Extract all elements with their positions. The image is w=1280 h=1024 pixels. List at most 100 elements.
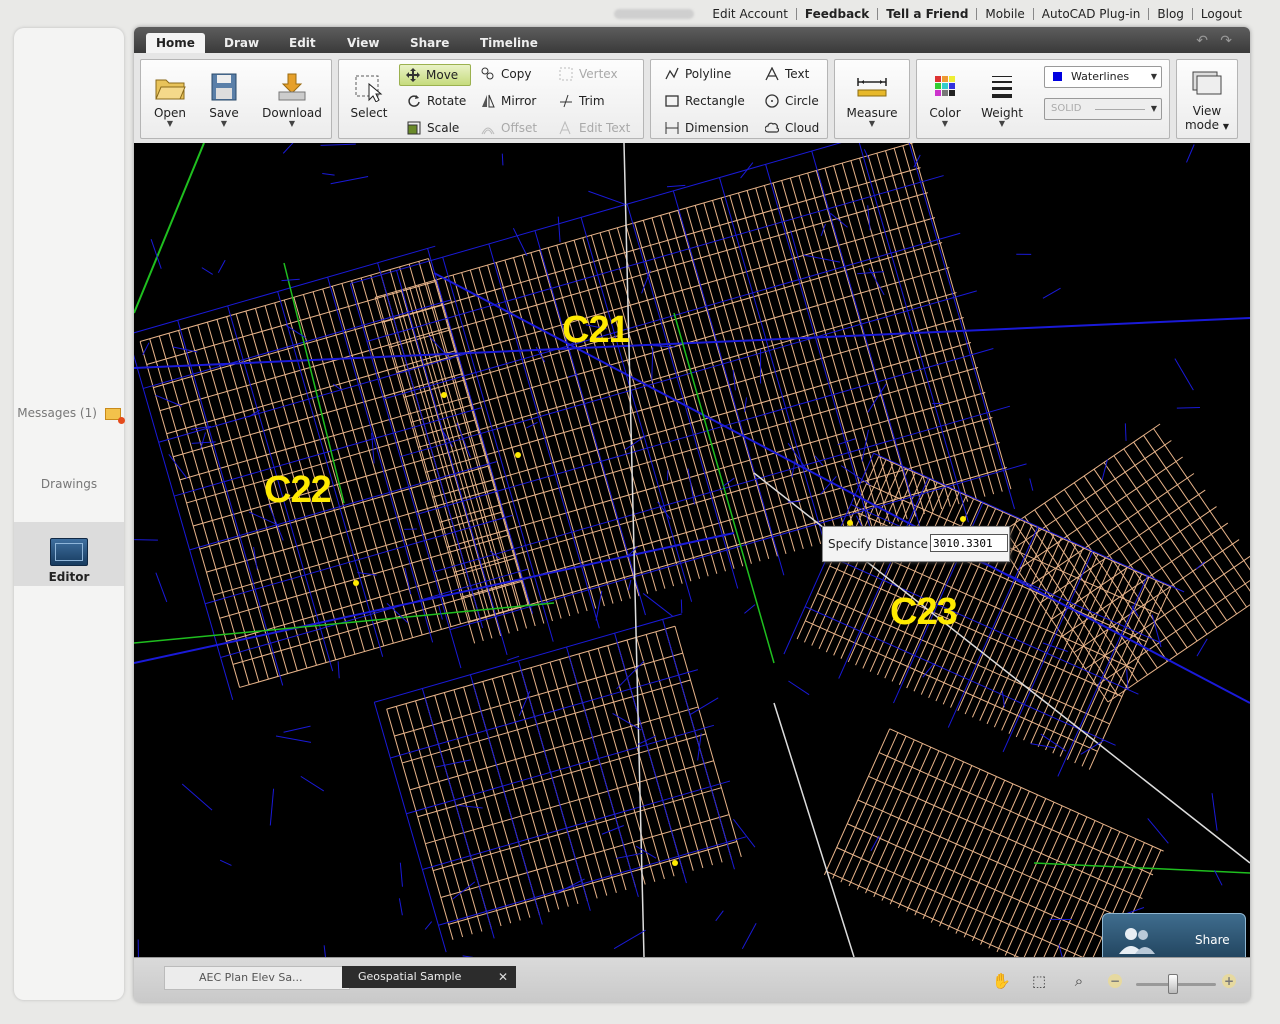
zone-label-c23: C23 [890,591,958,633]
zoom-out-icon[interactable]: − [1108,974,1122,988]
map-line [988,801,1055,949]
rectangle-button[interactable]: Rectangle [659,91,745,111]
editor-icon [50,538,88,566]
link-edit-account[interactable]: Edit Account [704,8,796,20]
map-line [350,143,842,285]
map-line [501,675,569,907]
doc-tab-aec[interactable]: AEC Plan Elev Sa... [164,966,350,990]
map-drawing[interactable] [134,143,1250,957]
tab-edit[interactable]: Edit [279,33,326,53]
map-line [461,272,562,619]
drawings-item[interactable]: Drawings [14,477,124,491]
move-button[interactable]: Move [399,64,471,86]
dimension-button[interactable]: Dimension [659,118,749,138]
distance-label: Specify Distance [828,537,928,551]
share-button[interactable]: Share [1102,913,1246,957]
undo-icon[interactable]: ↶ [1196,33,1208,49]
color-button[interactable]: Color ▼ [921,60,969,138]
offset-button[interactable]: Offset [475,118,537,138]
map-line [200,432,207,449]
link-blog[interactable]: Blog [1148,8,1192,20]
zoom-in-magnifier-icon[interactable]: ⌕ [1070,972,1088,990]
envelope-icon [104,407,125,424]
map-line [539,249,640,597]
map-line [150,239,162,269]
copy-button[interactable]: Copy [475,64,531,84]
modify-group: Select Move Rotate Scale Copy Mirror Off… [338,59,644,139]
map-line [134,602,555,644]
map-line [677,210,778,557]
tab-timeline[interactable]: Timeline [470,33,548,53]
text-button[interactable]: Text [759,64,809,84]
scale-button[interactable]: Scale [401,118,459,138]
map-line [885,150,986,497]
map-line [404,567,412,595]
doc-tab-geospatial[interactable]: Geospatial Sample ✕ [342,966,516,988]
view-mode-button[interactable]: View mode ▼ [1179,60,1235,138]
map-point [672,860,678,866]
map-line [134,143,205,314]
map-line [856,743,923,890]
trim-button[interactable]: Trim [553,91,605,111]
cloud-button[interactable]: Cloud [759,118,819,138]
layer-dropdown[interactable]: Waterlines ▼ [1044,66,1162,88]
link-feedback[interactable]: Feedback [795,8,877,20]
color-label: Color [929,106,961,120]
map-line [281,278,300,282]
distance-input[interactable] [930,534,1008,552]
map-line [1143,435,1250,592]
polyline-label: Polyline [685,67,732,81]
move-label: Move [426,68,459,82]
edit-text-button[interactable]: Edit Text [553,118,630,138]
link-logout[interactable]: Logout [1191,8,1250,20]
close-icon[interactable]: ✕ [498,966,508,988]
map-line [971,794,1039,942]
tab-view[interactable]: View [337,33,389,53]
drawing-canvas[interactable]: C21 C22 C23 Specify Distance Share [134,143,1250,957]
link-mobile[interactable]: Mobile [976,8,1032,20]
map-line [628,579,632,591]
tab-share[interactable]: Share [400,33,459,53]
download-button[interactable]: Download ▼ [259,60,325,138]
map-line [269,788,275,826]
link-autocad-plugin[interactable]: AutoCAD Plug-in [1032,8,1149,20]
download-icon [276,72,308,102]
linetype-dropdown[interactable]: SOLID ▼ [1044,98,1162,120]
vertex-button[interactable]: Vertex [553,64,618,84]
tab-home[interactable]: Home [146,33,205,53]
map-line [405,703,473,935]
tab-draw[interactable]: Draw [214,33,269,53]
view-mode-label-2: mode [1184,118,1220,132]
circle-button[interactable]: Circle [759,91,819,111]
map-line [832,732,899,879]
redo-icon[interactable]: ↷ [1220,33,1232,49]
zoom-in-icon[interactable]: + [1222,974,1236,988]
map-line [191,441,216,444]
pan-hand-icon[interactable]: ✋ [992,972,1011,990]
measure-label: Measure [846,106,898,120]
map-line [838,477,929,679]
mirror-label: Mirror [501,94,537,108]
link-tell-a-friend[interactable]: Tell a Friend [877,8,976,20]
zoom-window-icon[interactable]: ⬚ [1030,972,1048,990]
measure-button[interactable]: Measure ▼ [839,60,905,138]
map-line [1029,478,1034,491]
messages-item[interactable]: Messages (1) [14,406,125,424]
map-line [616,227,718,574]
editor-item[interactable]: Editor [14,522,124,586]
open-button[interactable]: Open ▼ [145,60,195,138]
rotate-button[interactable]: Rotate [401,91,466,111]
map-line [1040,733,1067,752]
map-line [613,929,646,950]
weight-chevron-icon: ▼ [998,119,1006,128]
zoom-slider-thumb[interactable] [1168,974,1178,994]
polyline-button[interactable]: Polyline [659,64,731,84]
map-line [1213,870,1223,886]
select-button[interactable]: Select [345,60,393,138]
map-line [642,220,744,567]
mirror-button[interactable]: Mirror [475,91,536,111]
rotate-label: Rotate [427,94,467,108]
scale-icon [407,121,421,135]
save-button[interactable]: Save ▼ [199,60,249,138]
weight-button[interactable]: Weight ▼ [975,60,1029,138]
